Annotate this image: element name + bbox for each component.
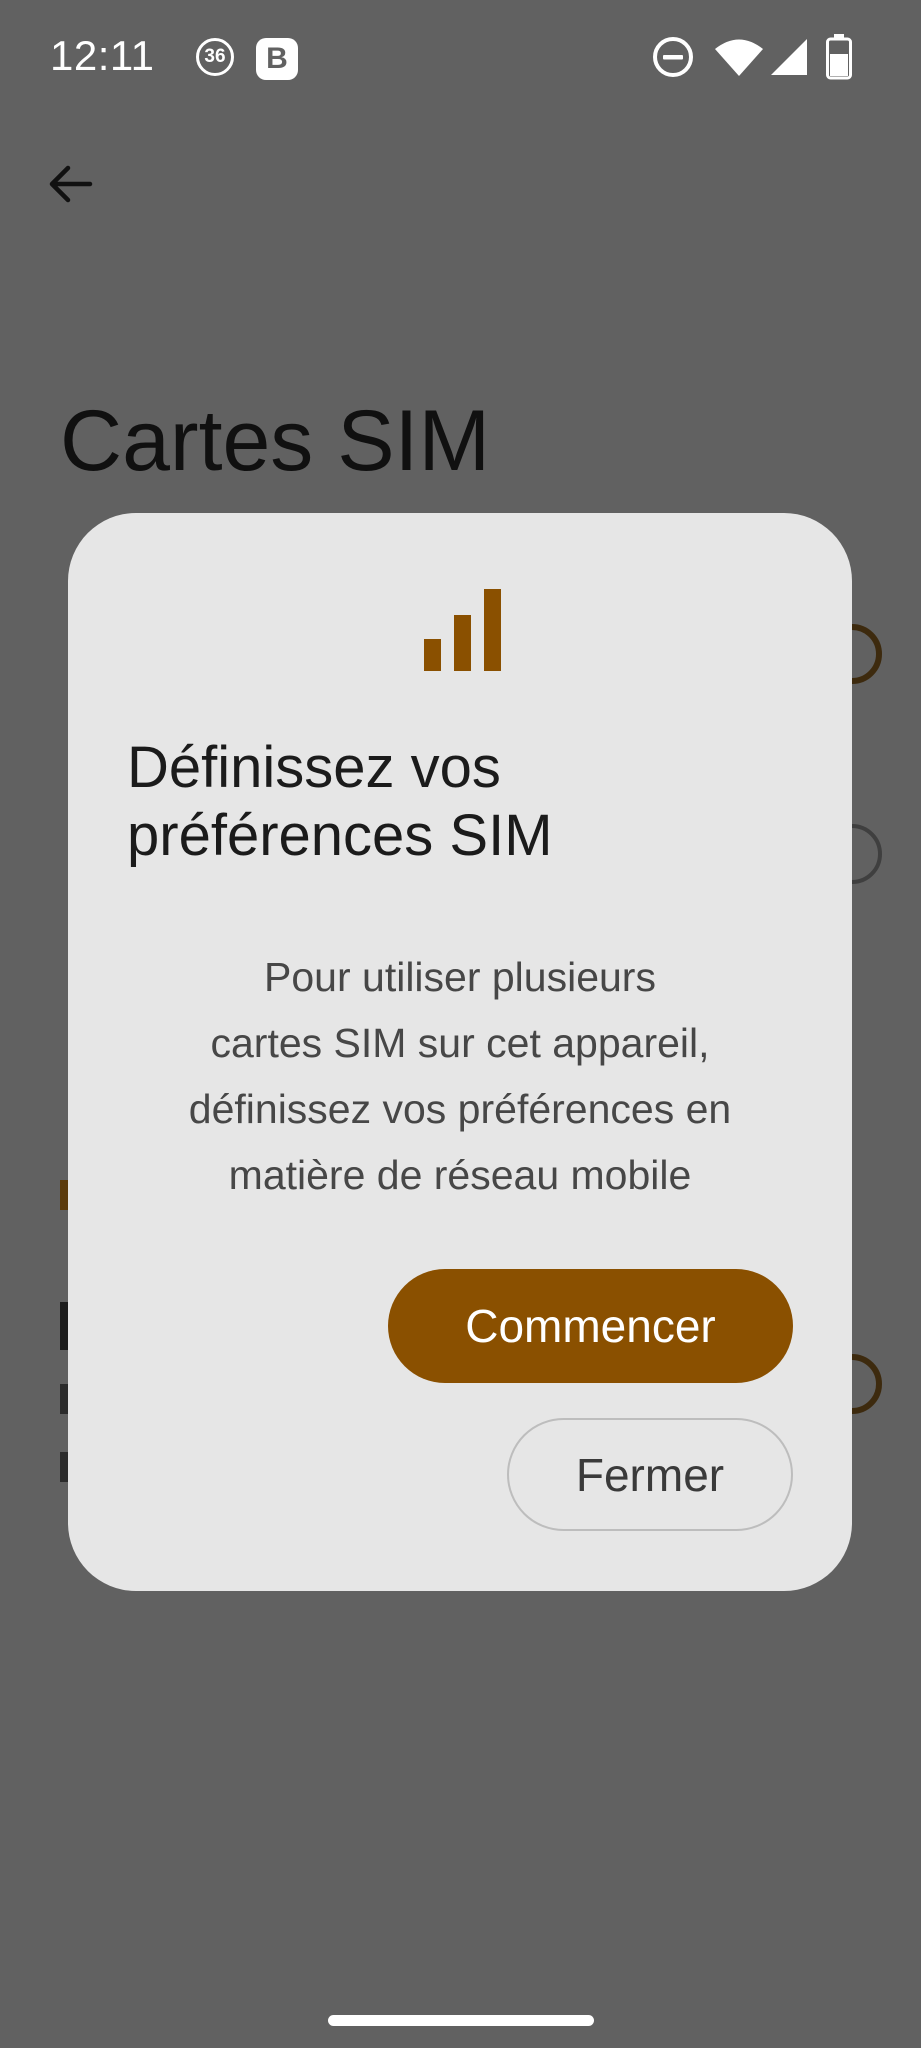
dialog-title-line: préférences SIM [127, 803, 553, 868]
wifi-icon [715, 39, 763, 76]
background-text-fragment [60, 1302, 68, 1350]
page-title: Cartes SIM [60, 393, 491, 489]
dialog-title: Définissez vos préférences SIM [127, 734, 807, 870]
dialog-message-line: matière de réseau mobile [228, 1152, 692, 1198]
do-not-disturb-icon [653, 37, 693, 77]
cell-signal-icon [771, 39, 807, 75]
gesture-navigation-handle[interactable] [328, 2015, 594, 2026]
start-button[interactable]: Commencer [388, 1269, 793, 1383]
status-time: 12:11 [50, 32, 155, 79]
dialog-message-line: définissez vos préférences en [188, 1086, 732, 1132]
dialog-message-line: Pour utiliser plusieurs [264, 954, 656, 1000]
dialog-title-line: Définissez vos [127, 735, 501, 800]
arrow-left-icon[interactable] [46, 160, 94, 208]
status-bar: 12:11 36 B [0, 0, 921, 120]
close-button[interactable]: Fermer [507, 1418, 793, 1531]
dialog-message: Pour utiliser plusieurs cartes SIM sur c… [110, 944, 810, 1208]
dialog-message-line: cartes SIM sur cet appareil, [210, 1020, 710, 1066]
background-text-fragment [60, 1384, 68, 1414]
background-text-fragment [60, 1452, 68, 1482]
battery-icon [826, 34, 852, 80]
app-notification-icon: B [256, 38, 298, 80]
signal-bars-icon [424, 589, 501, 671]
notification-badge-icon: 36 [196, 38, 234, 76]
